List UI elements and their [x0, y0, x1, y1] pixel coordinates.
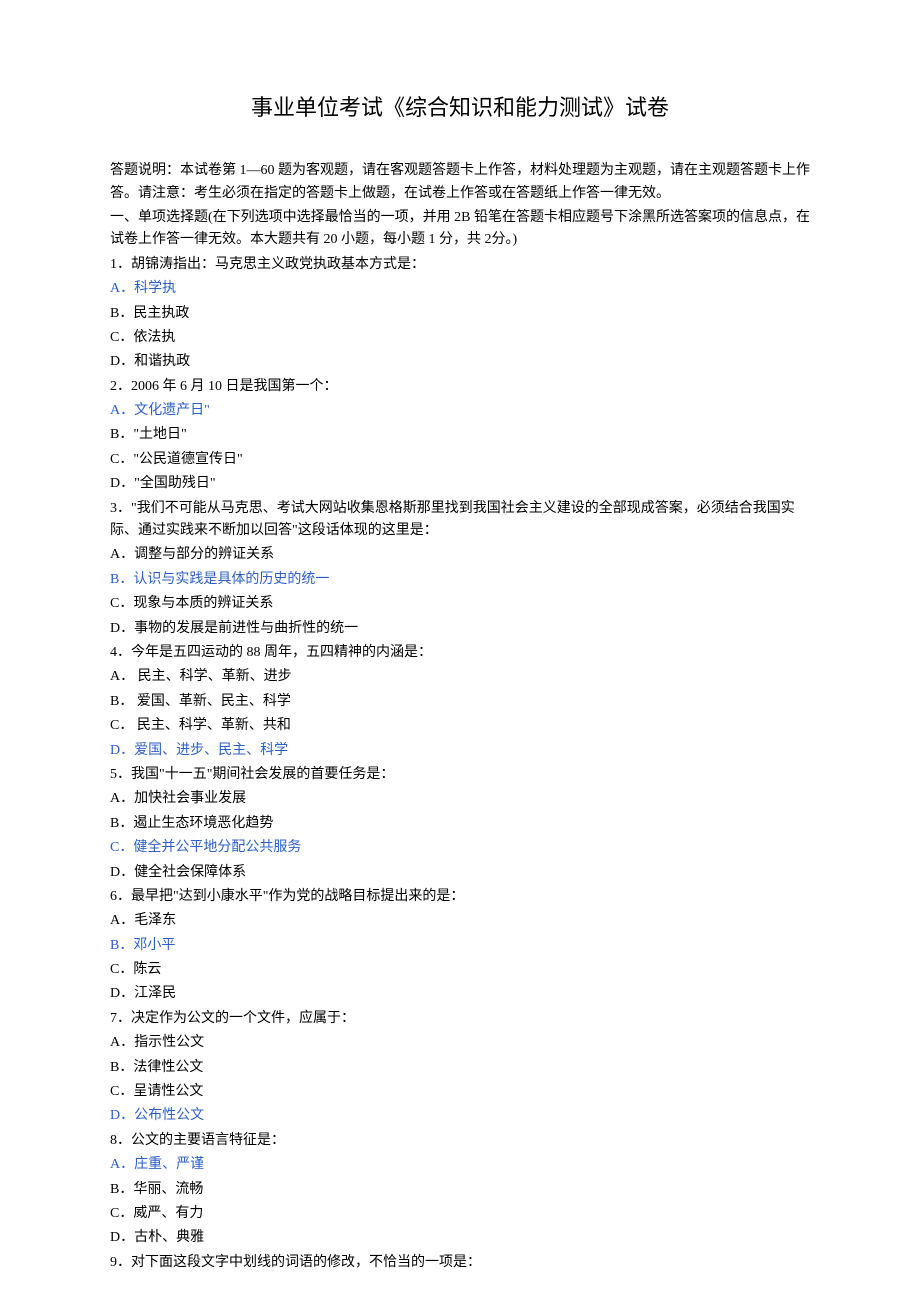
- q7-option-c: C．呈请性公文: [110, 1081, 810, 1103]
- q7-option-d: D．公布性公文: [110, 1105, 810, 1127]
- q6-text: 6．最早把"达到小康水平"作为党的战略目标提出来的是：: [110, 886, 810, 908]
- q3-option-b: B．认识与实践是具体的历史的统一: [110, 569, 810, 591]
- q1-option-b: B．民主执政: [110, 303, 810, 325]
- q6-option-a: A．毛泽东: [110, 910, 810, 932]
- q8-option-a: A．庄重、严谨: [110, 1154, 810, 1176]
- page-title: 事业单位考试《综合知识和能力测试》试卷: [110, 90, 810, 125]
- q1-option-c: C．依法执: [110, 327, 810, 349]
- q3-option-a: A．调整与部分的辨证关系: [110, 544, 810, 566]
- section1-header: 一、单项选择题(在下列选项中选择最恰当的一项，并用 2B 铅笔在答题卡相应题号下…: [110, 207, 810, 252]
- q2-option-b: B．"土地日": [110, 424, 810, 446]
- q7-option-b: B．法律性公文: [110, 1057, 810, 1079]
- q8-option-c: C．威严、有力: [110, 1203, 810, 1225]
- q3-option-c: C．现象与本质的辨证关系: [110, 593, 810, 615]
- q2-option-d: D．"全国助残日": [110, 473, 810, 495]
- q4-option-a: A． 民主、科学、革新、进步: [110, 666, 810, 688]
- q2-text: 2．2006 年 6 月 10 日是我国第一个：: [110, 376, 810, 398]
- q5-option-d: D．健全社会保障体系: [110, 862, 810, 884]
- q9-text: 9．对下面这段文字中划线的词语的修改，不恰当的一项是：: [110, 1252, 810, 1274]
- q5-text: 5．我国"十一五"期间社会发展的首要任务是：: [110, 764, 810, 786]
- q8-option-d: D．古朴、典雅: [110, 1227, 810, 1249]
- q3-text: 3．"我们不可能从马克思、考试大网站收集恩格斯那里找到我国社会主义建设的全部现成…: [110, 498, 810, 543]
- q3-option-d: D．事物的发展是前进性与曲折性的统一: [110, 618, 810, 640]
- q1-text: 1．胡锦涛指出：马克思主义政党执政基本方式是：: [110, 254, 810, 276]
- q5-option-b: B．遏止生态环境恶化趋势: [110, 813, 810, 835]
- q5-option-c: C．健全并公平地分配公共服务: [110, 837, 810, 859]
- q1-option-d: D．和谐执政: [110, 351, 810, 373]
- instructions-text: 答题说明：本试卷第 1—60 题为客观题，请在客观题答题卡上作答，材料处理题为主…: [110, 160, 810, 205]
- q4-option-c: C． 民主、科学、革新、共和: [110, 715, 810, 737]
- q4-text: 4．今年是五四运动的 88 周年，五四精神的内涵是：: [110, 642, 810, 664]
- q2-option-a: A．文化遗产日": [110, 400, 810, 422]
- q5-option-a: A．加快社会事业发展: [110, 788, 810, 810]
- q8-option-b: B．华丽、流畅: [110, 1179, 810, 1201]
- q7-text: 7．决定作为公文的一个文件，应属于：: [110, 1008, 810, 1030]
- q6-option-c: C．陈云: [110, 959, 810, 981]
- q2-option-c: C．"公民道德宣传日": [110, 449, 810, 471]
- q1-option-a: A．科学执: [110, 278, 810, 300]
- q6-option-b: B．邓小平: [110, 935, 810, 957]
- q7-option-a: A．指示性公文: [110, 1032, 810, 1054]
- q8-text: 8．公文的主要语言特征是：: [110, 1130, 810, 1152]
- q6-option-d: D．江泽民: [110, 983, 810, 1005]
- q4-option-b: B． 爱国、革新、民主、科学: [110, 691, 810, 713]
- q4-option-d: D．爱国、进步、民主、科学: [110, 740, 810, 762]
